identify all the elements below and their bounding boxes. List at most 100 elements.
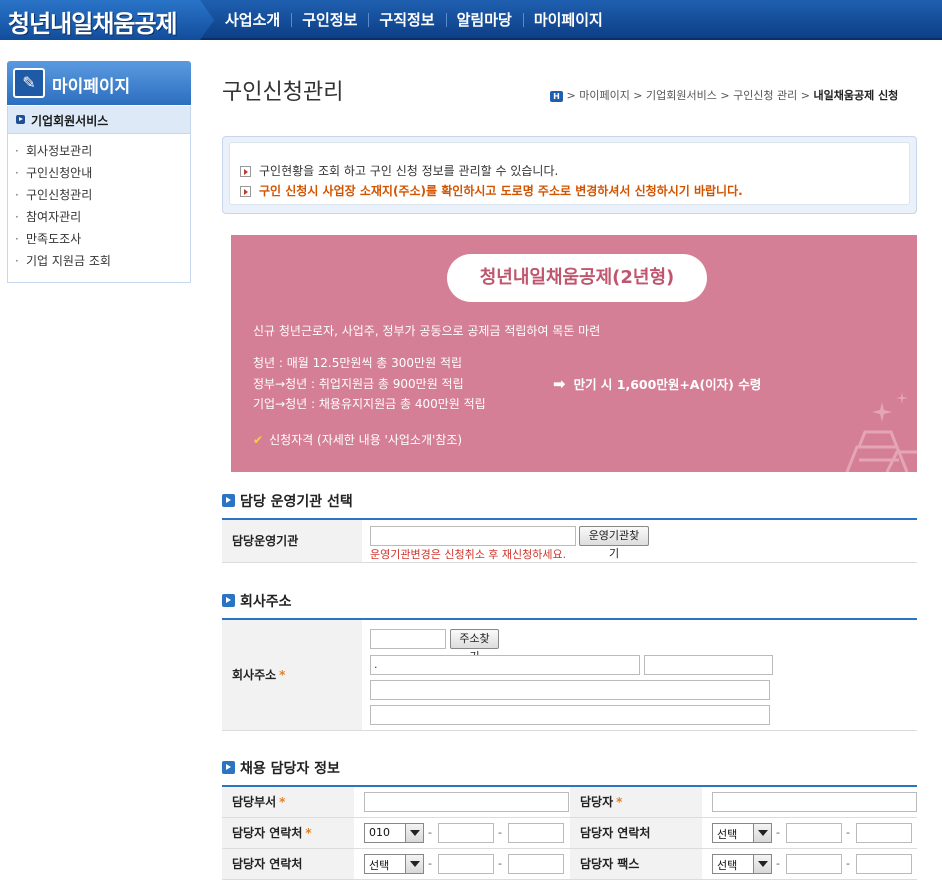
dash: - [498, 857, 502, 870]
bullet-arrow-icon [16, 115, 25, 124]
menu-job-offers[interactable]: 구인정보 [291, 0, 368, 40]
sidebar-item-job-guide[interactable]: 구인신청안내 [8, 162, 190, 184]
breadcrumb-current: 내일채움공제 신청 [813, 89, 899, 102]
dash: - [846, 857, 850, 870]
agency-label: 담당운영기관 [222, 520, 362, 562]
bullet-arrow-icon [240, 166, 251, 177]
agency-input[interactable] [370, 526, 576, 546]
site-logo-text: 청년내일채움공제 [8, 10, 178, 38]
breadcrumb-path[interactable]: > 마이페이지 > 기업회원서비스 > 구인신청 관리 > [567, 89, 811, 102]
breadcrumb: H > 마이페이지 > 기업회원서비스 > 구인신청 관리 > 내일채움공제 신… [550, 87, 942, 103]
sidebar-menu: 회사정보관리 구인신청안내 구인신청관리 참여자관리 만족도조사 기업 지원금 … [7, 134, 191, 283]
address-table: 회사주소* 주소찾기 . [222, 618, 917, 731]
notice-line-2: 구인 신청시 사업장 소재지(주소)를 확인하시고 도로명 주소로 변경하셔서 … [259, 184, 743, 198]
required-mark: * [279, 668, 286, 682]
phone2-prefix-select[interactable]: 선택 [712, 823, 772, 843]
menu-business-intro[interactable]: 사업소개 [214, 0, 291, 40]
phone3-prefix-select[interactable]: 선택 [364, 854, 424, 874]
dash: - [498, 826, 502, 839]
dash: - [776, 857, 780, 870]
menu-mypage[interactable]: 마이페이지 [522, 0, 614, 40]
promo-eligibility-text: 신청자격 (자세한 내용 '사업소개'참조) [269, 433, 463, 447]
promo-row-company: 기업→청년 : 채용유지지원금 총 400만원 적립 [253, 397, 486, 411]
address-line-3-input[interactable] [370, 680, 770, 700]
chevron-down-icon [753, 855, 771, 873]
address-line-1-input[interactable]: . [370, 655, 640, 675]
person-input[interactable] [712, 792, 917, 812]
contact-table: 담당부서 * 담당자 * 담당자 연락처 * 010 - - 담당자 연락처 선택 -… [222, 785, 917, 884]
promo-eligibility: ✔ 신청자격 (자세한 내용 '사업소개'참조) [253, 431, 462, 448]
sidebar-item-participants[interactable]: 참여자관리 [8, 206, 190, 228]
promo-result: ➡ 만기 시 1,600만원+A(이자) 수령 [553, 374, 761, 393]
promo-row-youth: 청년 : 매월 12.5만원씩 총 300만원 적립 [253, 356, 463, 370]
section-arrow-icon [222, 761, 235, 774]
promo-result-text: 만기 시 1,600만원+A(이자) 수령 [573, 377, 762, 392]
agency-warning: 운영기관변경은 신청취소 후 재신청하세요. [370, 548, 567, 561]
gold-bars-illustration [845, 392, 917, 472]
promo-row-government: 정부→청년 : 취업지원금 총 900만원 적립 [253, 377, 464, 391]
phone2-label: 담당자 연락처 [570, 818, 702, 848]
dash: - [776, 826, 780, 839]
menu-notices[interactable]: 알림마당 [445, 0, 523, 40]
promo-description: 신규 청년근로자, 사업주, 정부가 공동으로 공제금 적립하여 목돈 마련 [253, 324, 601, 338]
main-menu: 사업소개 구인정보 구직정보 알림마당 마이페이지 [214, 0, 614, 40]
phone3-middle-input[interactable] [438, 854, 494, 874]
section-address-title: 회사주소 [240, 594, 292, 610]
edit-note-icon: ✎ [13, 68, 45, 98]
site-logo[interactable]: 청년내일채움공제 [0, 0, 214, 40]
phone2-last-input[interactable] [856, 823, 912, 843]
menu-job-seekers[interactable]: 구직정보 [368, 0, 445, 40]
person-label-text: 담당자 [580, 795, 614, 809]
chevron-down-icon [405, 824, 423, 842]
dept-label: 담당부서 * [222, 787, 354, 817]
phone-prefix-value: 010 [369, 826, 390, 839]
required-mark: * [279, 795, 286, 809]
phone-label: 담당자 연락처 * [222, 818, 354, 848]
phone-prefix-select[interactable]: 010 [364, 823, 424, 843]
sidebar-item-subsidy[interactable]: 기업 지원금 조회 [8, 250, 190, 272]
sidebar-title: 마이페이지 [52, 77, 131, 97]
phone2-middle-input[interactable] [786, 823, 842, 843]
phone-label-text: 담당자 연락처 [232, 826, 303, 840]
section-address-heading: 회사주소 [222, 591, 292, 611]
phone3-last-input[interactable] [508, 854, 564, 874]
sidebar-section[interactable]: 기업회원서비스 [7, 106, 191, 134]
dash: - [428, 826, 432, 839]
promo-banner: 청년내일채움공제(2년형) 신규 청년근로자, 사업주, 정부가 공동으로 공제… [231, 235, 917, 472]
phone3-label: 담당자 연락처 [222, 849, 354, 879]
sidebar-item-job-manage[interactable]: 구인신청관리 [8, 184, 190, 206]
dept-input[interactable] [364, 792, 569, 812]
chevron-down-icon [405, 855, 423, 873]
fax-middle-input[interactable] [786, 854, 842, 874]
page-title: 구인신청관리 [222, 80, 344, 105]
right-arrow-icon: ➡ [553, 375, 566, 393]
notice-line-1: 구인현황을 조회 하고 구인 신청 정보를 관리할 수 있습니다. [259, 164, 559, 178]
section-agency-title: 담당 운영기관 선택 [240, 494, 353, 510]
required-mark: * [305, 826, 312, 840]
phone-middle-input[interactable] [438, 823, 494, 843]
notice-box: 구인현황을 조회 하고 구인 신청 정보를 관리할 수 있습니다. 구인 신청시… [222, 136, 917, 214]
person-label: 담당자 * [570, 787, 702, 817]
home-icon[interactable]: H [550, 90, 563, 102]
section-contact-title: 채용 담당자 정보 [240, 761, 340, 777]
promo-title: 청년내일채움공제(2년형) [447, 254, 707, 302]
address-line-2-input[interactable] [644, 655, 773, 675]
bullet-arrow-icon [240, 186, 251, 197]
check-icon: ✔ [253, 433, 264, 447]
fax-last-input[interactable] [856, 854, 912, 874]
zipcode-input[interactable] [370, 629, 446, 649]
sidebar-section-label: 기업회원서비스 [31, 114, 109, 128]
sidebar-item-survey[interactable]: 만족도조사 [8, 228, 190, 250]
find-address-button[interactable]: 주소찾기 [450, 629, 499, 663]
section-contact-heading: 채용 담당자 정보 [222, 758, 340, 778]
find-agency-button[interactable]: 운영기관찾기 [579, 526, 649, 560]
dash: - [846, 826, 850, 839]
address-line-4-input[interactable] [370, 705, 770, 725]
phone3-prefix-value: 선택 [369, 859, 390, 872]
sidebar-item-company-info[interactable]: 회사정보관리 [8, 140, 190, 162]
fax-prefix-select[interactable]: 선택 [712, 854, 772, 874]
phone2-prefix-value: 선택 [717, 828, 738, 841]
fax-label: 담당자 팩스 [570, 849, 702, 879]
section-agency-heading: 담당 운영기관 선택 [222, 491, 353, 511]
phone-last-input[interactable] [508, 823, 564, 843]
